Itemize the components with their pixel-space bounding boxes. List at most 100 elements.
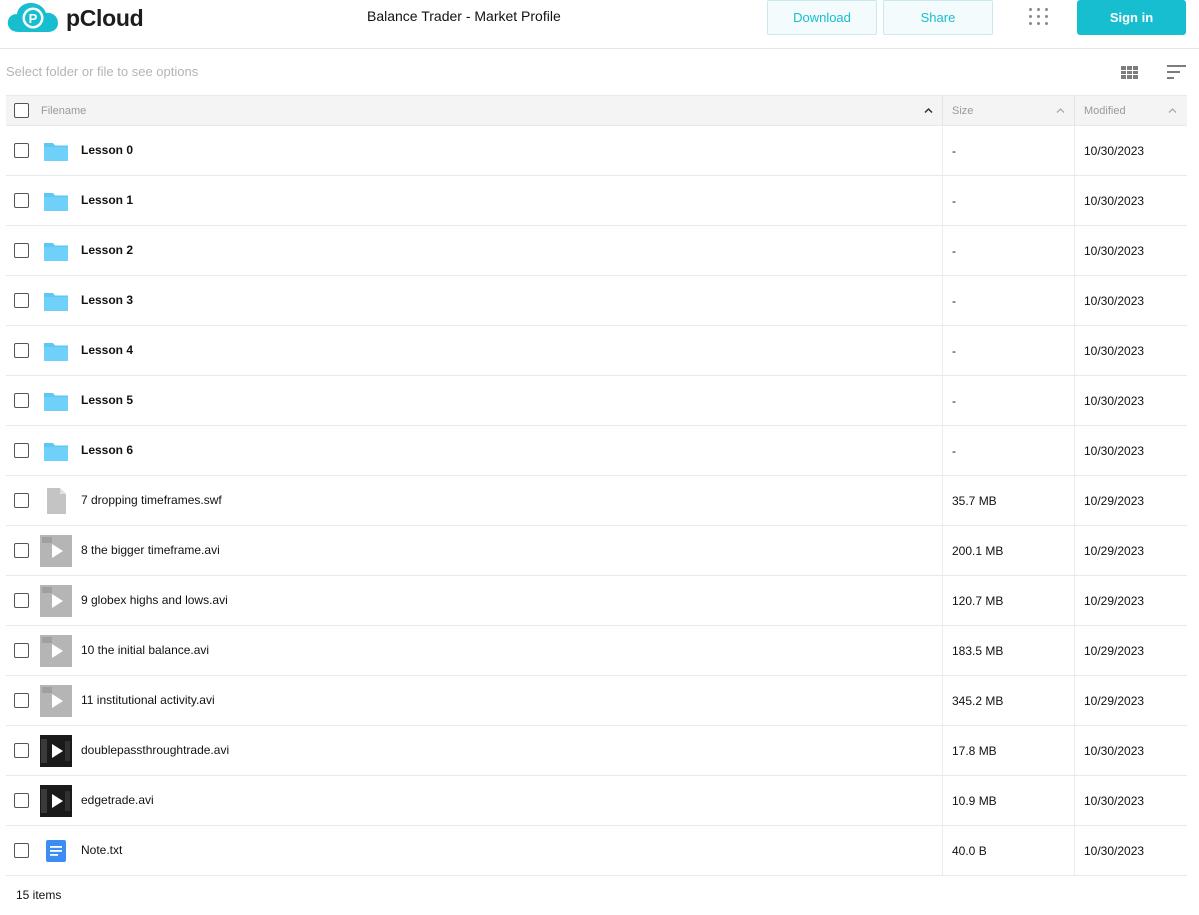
file-name[interactable]: Lesson 5 — [81, 393, 133, 407]
row-checkbox[interactable] — [14, 643, 29, 658]
file-size: 17.8 MB — [952, 744, 997, 758]
page-title: Balance Trader - Market Profile — [367, 8, 561, 24]
share-button[interactable]: Share — [883, 0, 993, 35]
file-size: 120.7 MB — [952, 594, 1004, 608]
item-count: 15 items — [16, 888, 62, 902]
sign-in-button[interactable]: Sign in — [1077, 0, 1186, 35]
file-size: - — [952, 394, 956, 408]
table-row[interactable]: 7 dropping timeframes.swf 35.7 MB 10/29/… — [6, 476, 1187, 526]
file-table: Filename Size Modified Lesson 0 - 10/30/… — [6, 95, 1187, 876]
file-modified: 10/30/2023 — [1084, 444, 1145, 458]
file-modified: 10/30/2023 — [1084, 394, 1145, 408]
file-size: 35.7 MB — [952, 494, 997, 508]
file-modified: 10/29/2023 — [1084, 594, 1145, 608]
file-size: - — [952, 344, 956, 358]
table-header: Filename Size Modified — [6, 95, 1187, 126]
file-modified: 10/29/2023 — [1084, 544, 1145, 558]
row-checkbox[interactable] — [14, 543, 29, 558]
file-name[interactable]: Note.txt — [81, 843, 122, 857]
file-name[interactable]: doublepassthroughtrade.avi — [81, 743, 229, 757]
file-modified: 10/30/2023 — [1084, 344, 1145, 358]
table-row[interactable]: 10 the initial balance.avi 183.5 MB 10/2… — [6, 626, 1187, 676]
file-modified: 10/30/2023 — [1084, 744, 1145, 758]
table-row[interactable]: Lesson 6 - 10/30/2023 — [6, 426, 1187, 476]
table-row[interactable]: Lesson 4 - 10/30/2023 — [6, 326, 1187, 376]
row-checkbox[interactable] — [14, 693, 29, 708]
file-modified: 10/30/2023 — [1084, 294, 1145, 308]
row-checkbox[interactable] — [14, 343, 29, 358]
file-name[interactable]: Lesson 2 — [81, 243, 133, 257]
file-modified: 10/30/2023 — [1084, 844, 1145, 858]
row-checkbox[interactable] — [14, 793, 29, 808]
pcloud-logo-icon: P — [7, 3, 58, 32]
table-row[interactable]: Lesson 3 - 10/30/2023 — [6, 276, 1187, 326]
file-name[interactable]: 7 dropping timeframes.swf — [81, 493, 222, 507]
file-size: - — [952, 244, 956, 258]
file-name[interactable]: 10 the initial balance.avi — [81, 643, 209, 657]
chevron-up-icon[interactable] — [1056, 106, 1065, 115]
file-name[interactable]: 9 globex highs and lows.avi — [81, 593, 228, 607]
select-all-checkbox[interactable] — [14, 103, 29, 118]
row-checkbox[interactable] — [14, 743, 29, 758]
column-modified[interactable]: Modified — [1084, 96, 1126, 125]
folder-icon — [40, 435, 72, 467]
row-checkbox[interactable] — [14, 293, 29, 308]
file-name[interactable]: Lesson 1 — [81, 193, 133, 207]
file-modified: 10/29/2023 — [1084, 644, 1145, 658]
chevron-up-icon[interactable] — [924, 106, 933, 115]
file-modified: 10/30/2023 — [1084, 794, 1145, 808]
grid-view-icon[interactable] — [1121, 66, 1139, 79]
file-name[interactable]: 8 the bigger timeframe.avi — [81, 543, 220, 557]
video-thumbnail-icon — [40, 735, 72, 767]
row-checkbox[interactable] — [14, 843, 29, 858]
chevron-up-icon[interactable] — [1168, 106, 1177, 115]
row-checkbox[interactable] — [14, 593, 29, 608]
file-size: - — [952, 294, 956, 308]
table-row[interactable]: Lesson 1 - 10/30/2023 — [6, 176, 1187, 226]
table-row[interactable]: edgetrade.avi 10.9 MB 10/30/2023 — [6, 776, 1187, 826]
text-document-icon — [40, 835, 72, 867]
table-row[interactable]: doublepassthroughtrade.avi 17.8 MB 10/30… — [6, 726, 1187, 776]
file-name[interactable]: edgetrade.avi — [81, 793, 154, 807]
download-button[interactable]: Download — [767, 0, 877, 35]
svg-text:P: P — [29, 11, 38, 26]
video-thumbnail-icon — [40, 785, 72, 817]
column-filename[interactable]: Filename — [41, 96, 86, 125]
table-row[interactable]: Lesson 2 - 10/30/2023 — [6, 226, 1187, 276]
apps-grid-icon[interactable] — [1029, 8, 1049, 28]
folder-icon — [40, 235, 72, 267]
file-size: - — [952, 144, 956, 158]
file-size: - — [952, 444, 956, 458]
table-row[interactable]: Lesson 5 - 10/30/2023 — [6, 376, 1187, 426]
file-modified: 10/30/2023 — [1084, 194, 1145, 208]
table-row[interactable]: Note.txt 40.0 B 10/30/2023 — [6, 826, 1187, 876]
row-checkbox[interactable] — [14, 143, 29, 158]
brand-logo[interactable]: P pCloud — [7, 2, 144, 34]
table-row[interactable]: Lesson 0 - 10/30/2023 — [6, 126, 1187, 176]
file-size: 345.2 MB — [952, 694, 1004, 708]
file-name[interactable]: Lesson 6 — [81, 443, 133, 457]
file-name[interactable]: Lesson 4 — [81, 343, 133, 357]
table-row[interactable]: 11 institutional activity.avi 345.2 MB 1… — [6, 676, 1187, 726]
column-size[interactable]: Size — [952, 96, 973, 125]
table-row[interactable]: 8 the bigger timeframe.avi 200.1 MB 10/2… — [6, 526, 1187, 576]
file-name[interactable]: Lesson 3 — [81, 293, 133, 307]
file-icon — [40, 485, 72, 517]
folder-icon — [40, 185, 72, 217]
row-checkbox[interactable] — [14, 493, 29, 508]
sort-lines-icon[interactable] — [1167, 65, 1186, 79]
row-checkbox[interactable] — [14, 443, 29, 458]
file-name[interactable]: 11 institutional activity.avi — [81, 693, 215, 707]
video-thumbnail-icon — [40, 535, 72, 567]
row-checkbox[interactable] — [14, 393, 29, 408]
row-checkbox[interactable] — [14, 243, 29, 258]
row-checkbox[interactable] — [14, 193, 29, 208]
file-size: 200.1 MB — [952, 544, 1004, 558]
file-modified: 10/30/2023 — [1084, 144, 1145, 158]
file-size: 10.9 MB — [952, 794, 997, 808]
table-row[interactable]: 9 globex highs and lows.avi 120.7 MB 10/… — [6, 576, 1187, 626]
file-size: - — [952, 194, 956, 208]
video-thumbnail-icon — [40, 635, 72, 667]
table-body: Lesson 0 - 10/30/2023 Lesson 1 - 10/30/2… — [6, 126, 1187, 876]
file-name[interactable]: Lesson 0 — [81, 143, 133, 157]
